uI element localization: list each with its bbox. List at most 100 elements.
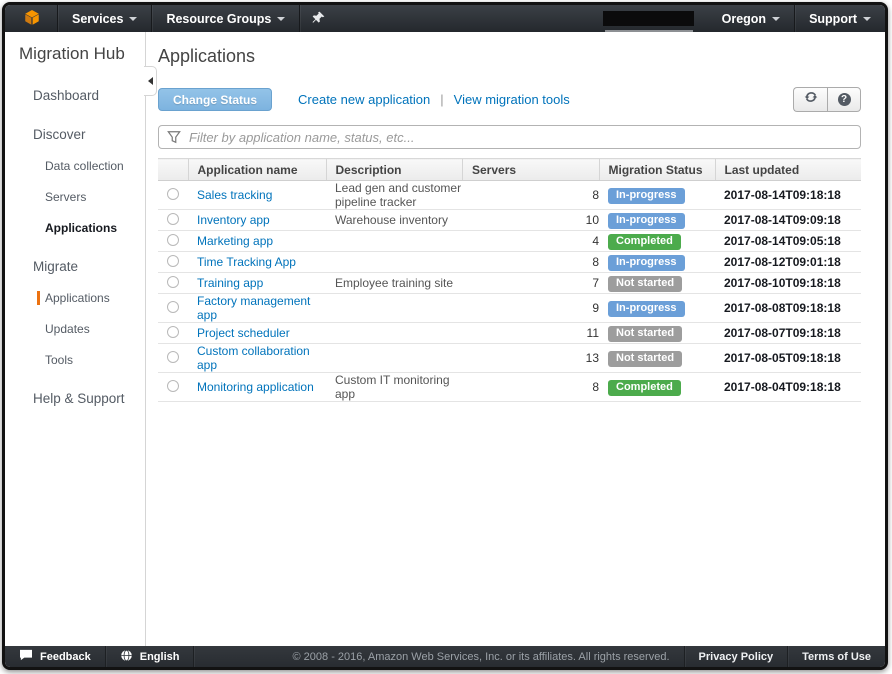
application-description: Custom IT monitoring app — [326, 372, 463, 402]
column-header-migration-status[interactable]: Migration Status — [598, 158, 715, 181]
row-radio-button[interactable] — [167, 233, 179, 246]
chevron-down-icon — [277, 17, 286, 21]
chevron-down-icon — [863, 17, 871, 21]
server-count: 9 — [462, 293, 599, 323]
feedback-button[interactable]: Feedback — [5, 646, 105, 667]
create-new-application-link[interactable]: Create new application — [298, 92, 430, 107]
last-updated-timestamp: 2017-08-07T09:18:18 — [715, 322, 861, 344]
table-row[interactable]: Factory management app 9 In-progress 201… — [158, 293, 861, 323]
last-updated-timestamp: 2017-08-04T09:18:18 — [715, 372, 861, 402]
aws-logo[interactable] — [5, 8, 57, 30]
column-header-application-name[interactable]: Application name — [187, 158, 326, 181]
speech-bubble-icon — [19, 649, 33, 664]
applications-table: Application name Description Servers Mig… — [158, 158, 861, 402]
last-updated-timestamp: 2017-08-12T09:01:18 — [715, 251, 861, 273]
refresh-button[interactable] — [793, 87, 827, 112]
table-actions-group: ? — [793, 87, 861, 112]
row-radio-button[interactable] — [167, 350, 179, 363]
filter-input[interactable] — [158, 125, 861, 149]
view-migration-tools-link[interactable]: View migration tools — [454, 92, 570, 107]
support-menu-label: Support — [809, 11, 857, 26]
last-updated-timestamp: 2017-08-14T09:05:18 — [715, 230, 861, 252]
last-updated-timestamp: 2017-08-05T09:18:18 — [715, 343, 861, 373]
last-updated-timestamp: 2017-08-14T09:18:18 — [715, 180, 861, 210]
radio-column-header — [158, 158, 188, 181]
sidebar-item-servers[interactable]: Servers — [45, 190, 145, 204]
table-row[interactable]: Sales tracking Lead gen and customer pip… — [158, 180, 861, 210]
sidebar-item-help-support[interactable]: Help & Support — [33, 391, 145, 406]
filter-funnel-icon — [167, 130, 181, 149]
application-description — [326, 343, 463, 373]
support-menu[interactable]: Support — [795, 5, 885, 32]
sidebar-item-migrate-applications[interactable]: Applications — [37, 291, 145, 305]
last-updated-timestamp: 2017-08-14T09:09:18 — [715, 209, 861, 231]
application-name-link[interactable]: Project scheduler — [197, 326, 290, 340]
link-separator: | — [440, 92, 444, 107]
row-radio-button[interactable] — [167, 325, 179, 338]
table-row[interactable]: Custom collaboration app 13 Not started … — [158, 343, 861, 373]
row-radio-button[interactable] — [167, 300, 179, 313]
table-row[interactable]: Time Tracking App 8 In-progress 2017-08-… — [158, 251, 861, 273]
sidebar: Migration Hub Dashboard Discover Data coll… — [5, 32, 145, 646]
toolbar: Change Status Create new application | V… — [158, 87, 861, 112]
table-row[interactable]: Marketing app 4 Completed 2017-08-14T09:… — [158, 230, 861, 252]
services-menu[interactable]: Services — [58, 5, 151, 32]
change-status-button[interactable]: Change Status — [158, 88, 273, 111]
migration-status-badge: Completed — [608, 233, 681, 250]
migration-status-badge: Not started — [608, 325, 683, 342]
sidebar-item-discover[interactable]: Discover — [33, 127, 145, 142]
application-description: Lead gen and customer pipeline tracker — [326, 180, 463, 210]
column-header-servers[interactable]: Servers — [462, 158, 599, 181]
application-name-link[interactable]: Factory management app — [197, 294, 310, 322]
privacy-policy-link[interactable]: Privacy Policy — [685, 646, 788, 667]
column-header-description[interactable]: Description — [325, 158, 463, 181]
application-name-link[interactable]: Marketing app — [197, 234, 273, 248]
row-radio-button[interactable] — [167, 275, 179, 288]
application-name-link[interactable]: Training app — [197, 276, 263, 290]
sidebar-item-data-collection[interactable]: Data collection — [45, 159, 145, 173]
sidebar-collapse-toggle[interactable] — [144, 66, 157, 96]
nav-right-group: Oregon Support — [602, 5, 885, 32]
server-count: 13 — [462, 343, 599, 373]
table-row[interactable]: Inventory app Warehouse inventory 10 In-… — [158, 209, 861, 231]
migration-status-badge: Completed — [608, 379, 681, 396]
language-button[interactable]: English — [106, 646, 194, 667]
migration-status-badge: Not started — [608, 275, 683, 292]
application-description — [326, 251, 463, 273]
migration-status-badge: In-progress — [608, 254, 685, 271]
server-count: 11 — [462, 322, 599, 344]
application-name-link[interactable]: Sales tracking — [197, 188, 272, 202]
region-menu[interactable]: Oregon — [708, 5, 794, 32]
table-row[interactable]: Project scheduler 11 Not started 2017-08… — [158, 322, 861, 344]
chevron-left-icon — [147, 77, 153, 85]
feedback-label: Feedback — [40, 650, 91, 663]
globe-icon — [120, 649, 133, 665]
sidebar-item-dashboard[interactable]: Dashboard — [33, 88, 145, 103]
pin-shortcut-button[interactable] — [300, 5, 337, 32]
sidebar-item-updates[interactable]: Updates — [45, 322, 145, 336]
migration-status-badge: Not started — [608, 350, 683, 367]
footer-divider — [193, 646, 195, 667]
sidebar-item-migrate[interactable]: Migrate — [33, 259, 145, 274]
row-radio-button[interactable] — [167, 254, 179, 267]
column-header-last-updated[interactable]: Last updated — [714, 158, 861, 181]
region-menu-label: Oregon — [721, 11, 767, 26]
table-row[interactable]: Monitoring application Custom IT monitor… — [158, 372, 861, 402]
application-name-link[interactable]: Inventory app — [197, 213, 270, 227]
services-menu-label: Services — [72, 11, 124, 26]
copyright-text: © 2008 - 2016, Amazon Web Services, Inc.… — [292, 650, 670, 663]
application-name-link[interactable]: Monitoring application — [197, 380, 314, 394]
application-description — [326, 293, 463, 323]
table-row[interactable]: Training app Employee training site 7 No… — [158, 272, 861, 294]
row-radio-button[interactable] — [167, 187, 179, 200]
sidebar-title-migration-hub[interactable]: Migration Hub — [5, 44, 145, 64]
sidebar-item-tools[interactable]: Tools — [45, 353, 145, 367]
application-name-link[interactable]: Time Tracking App — [197, 255, 296, 269]
help-button[interactable]: ? — [827, 87, 861, 112]
sidebar-item-discover-applications[interactable]: Applications — [45, 221, 145, 235]
resource-groups-menu[interactable]: Resource Groups — [152, 5, 299, 32]
application-name-link[interactable]: Custom collaboration app — [197, 344, 310, 372]
row-radio-button[interactable] — [167, 212, 179, 225]
row-radio-button[interactable] — [167, 379, 179, 392]
terms-of-use-link[interactable]: Terms of Use — [788, 646, 885, 667]
